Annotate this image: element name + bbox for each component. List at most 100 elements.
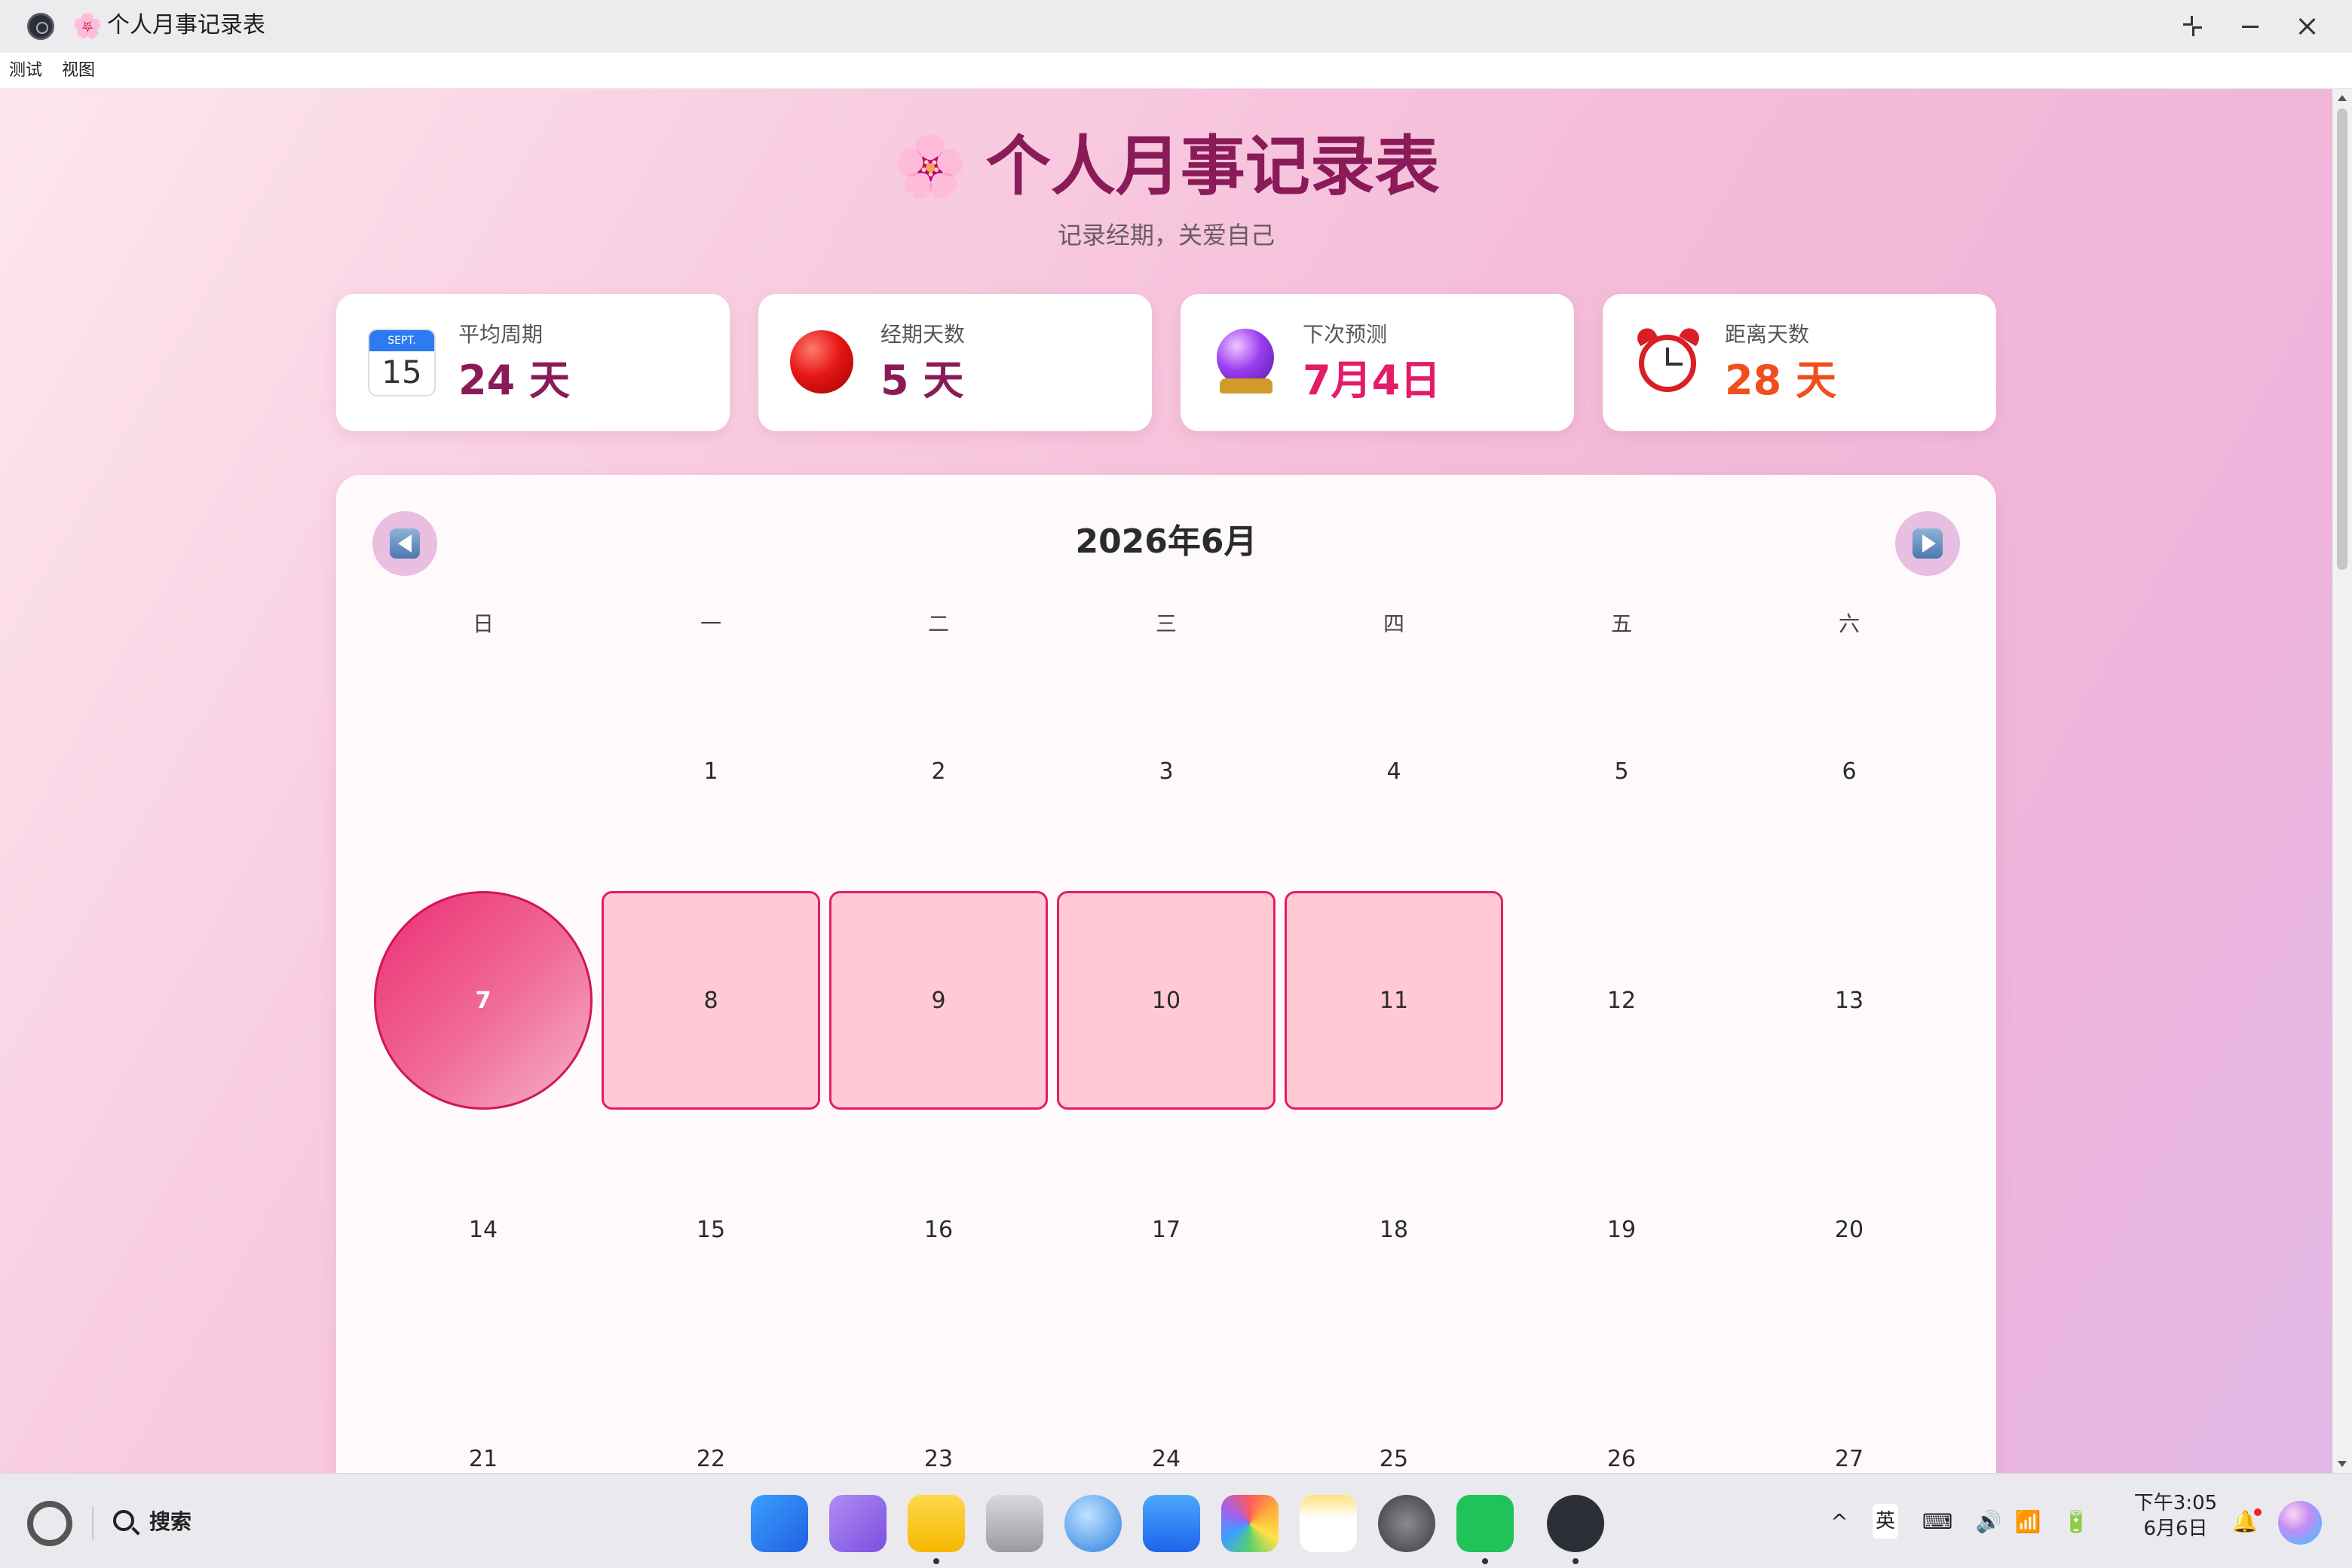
running-indicator [1573, 1558, 1579, 1564]
stat-label: 经期天数 [880, 322, 966, 347]
cherry-blossom-icon: 🌸 [72, 11, 103, 40]
app-icon [27, 13, 54, 40]
weekday-mon: 一 [700, 611, 721, 636]
stat-label: 平均周期 [458, 322, 544, 347]
calendar-day[interactable]: 4 [1285, 662, 1503, 880]
calendar-day[interactable]: 17 [1057, 1120, 1276, 1339]
cherry-blossom-icon: 🌸 [893, 131, 968, 201]
close-icon[interactable] [2292, 11, 2322, 41]
taskbar-divider [92, 1507, 93, 1540]
wechat-icon[interactable] [1456, 1495, 1514, 1552]
calendar-day[interactable]: 24 [1057, 1349, 1276, 1473]
calendar-month-title: 2026年6月 [1075, 522, 1257, 561]
scroll-down-icon[interactable] [2338, 1461, 2347, 1467]
wifi-icon[interactable]: 📶 [2013, 1507, 2043, 1537]
keyboard-icon[interactable]: ⌨ [1922, 1507, 1952, 1537]
restore-icon[interactable] [2177, 11, 2207, 41]
stat-card-period-days: 经期天数 5 天 [758, 294, 1152, 431]
folder-icon[interactable] [908, 1495, 965, 1552]
calendar-day[interactable]: 6 [1740, 662, 1958, 880]
taskbar-search-label[interactable]: 搜索 [149, 1507, 191, 1537]
scrollbar-thumb[interactable] [2337, 109, 2347, 570]
stat-label: 距离天数 [1725, 322, 1810, 347]
taskbar: 搜索 ^ 英 ⌨ 🔊 📶 🔋 下午3:05 6月6日 🔔 [0, 1473, 2352, 1568]
vertical-scrollbar[interactable] [2332, 89, 2352, 1473]
window-title: 个人月事记录表 [107, 12, 265, 38]
mail-icon[interactable] [1143, 1495, 1200, 1552]
calendar-day-period[interactable]: 11 [1285, 891, 1503, 1110]
stat-card-next-prediction: 下次预测 7月4日 [1181, 294, 1574, 431]
calendar-day[interactable]: 26 [1512, 1349, 1731, 1473]
multitask-icon[interactable] [829, 1495, 887, 1552]
window-titlebar: 🌸 个人月事记录表 [0, 0, 2352, 53]
input-method-indicator[interactable]: 英 [1873, 1504, 1898, 1539]
stat-card-average-cycle: SEPT. 15 平均周期 24 天 [336, 294, 730, 431]
volume-icon[interactable]: 🔊 [1974, 1507, 2004, 1537]
gallery-icon[interactable] [1221, 1495, 1279, 1552]
calendar-day-empty [374, 662, 593, 880]
battery-icon[interactable]: 🔋 [2061, 1507, 2091, 1537]
menu-item-view[interactable]: 视图 [62, 59, 95, 83]
settings-icon[interactable] [1378, 1495, 1435, 1552]
app-grid-icon[interactable] [751, 1495, 808, 1552]
electron-app-icon[interactable] [1547, 1495, 1604, 1552]
taskbar-clock[interactable]: 下午3:05 6月6日 [2130, 1490, 2221, 1542]
calendar-day-period[interactable]: 10 [1057, 891, 1276, 1110]
calendar-day[interactable]: 3 [1057, 662, 1276, 880]
weekday-thu: 四 [1383, 611, 1404, 636]
calendar-day-period-start[interactable]: 7 [374, 891, 593, 1110]
notes-icon[interactable] [1300, 1495, 1357, 1552]
chevron-up-icon[interactable]: ^ [1824, 1507, 1854, 1537]
weekday-fri: 五 [1610, 611, 1632, 636]
app-content: 🌸 个人月事记录表 记录经期，关爱自己 SEPT. 15 平均周期 24 天 经… [0, 89, 2332, 1473]
search-icon[interactable] [113, 1510, 134, 1531]
clock-time: 下午3:05 [2133, 1492, 2218, 1514]
next-month-button[interactable] [1895, 511, 1960, 576]
calendar-day[interactable]: 22 [602, 1349, 820, 1473]
calendar-day[interactable]: 20 [1740, 1120, 1958, 1339]
calendar-day[interactable]: 19 [1512, 1120, 1731, 1339]
calendar-icon: SEPT. 15 [368, 329, 436, 397]
calendar-day[interactable]: 23 [829, 1349, 1048, 1473]
calendar-day[interactable]: 13 [1740, 891, 1958, 1110]
stat-value: 5 天 [880, 357, 964, 404]
start-button-icon[interactable] [27, 1501, 72, 1546]
calendar-day[interactable]: 15 [602, 1120, 820, 1339]
stat-value: 28 天 [1725, 357, 1836, 404]
page-title: 🌸 个人月事记录表 [893, 125, 1440, 208]
weekday-sat: 六 [1838, 611, 1860, 636]
stat-label: 下次预测 [1303, 322, 1388, 347]
calendar-day[interactable]: 21 [374, 1349, 593, 1473]
running-indicator [1482, 1558, 1488, 1564]
trash-icon[interactable] [986, 1495, 1043, 1552]
calendar-day[interactable]: 12 [1512, 891, 1731, 1110]
scroll-up-icon[interactable] [2338, 95, 2347, 101]
minimize-icon[interactable] [2234, 11, 2265, 41]
calendar-day[interactable]: 5 [1512, 662, 1731, 880]
assistant-icon[interactable] [2278, 1501, 2322, 1545]
running-indicator [933, 1558, 939, 1564]
calendar-day-period[interactable]: 9 [829, 891, 1048, 1110]
menu-item-test[interactable]: 测试 [9, 59, 42, 83]
calendar-day[interactable]: 27 [1740, 1349, 1958, 1473]
calendar-day[interactable]: 14 [374, 1120, 593, 1339]
red-circle-icon [790, 330, 853, 394]
stat-value: 24 天 [458, 357, 570, 404]
stat-card-days-remaining: 距离天数 28 天 [1603, 294, 1996, 431]
alarm-clock-icon [1634, 324, 1703, 397]
calendar-icon-day: 15 [381, 354, 422, 390]
calendar-card: 2026年6月 日 一 二 三 四 五 六 1 2 3 4 5 6 7 8 9 … [336, 475, 1996, 1473]
calendar-day[interactable]: 25 [1285, 1349, 1503, 1473]
calendar-day[interactable]: 18 [1285, 1120, 1503, 1339]
calendar-day-period[interactable]: 8 [602, 891, 820, 1110]
calendar-icon-month: SEPT. [369, 330, 434, 351]
clock-date: 6月6日 [2143, 1517, 2208, 1540]
weekday-wed: 三 [1155, 611, 1177, 636]
stat-value: 7月4日 [1303, 357, 1441, 404]
browser-icon[interactable] [1064, 1495, 1122, 1552]
calendar-day[interactable]: 2 [829, 662, 1048, 880]
calendar-day[interactable]: 1 [602, 662, 820, 880]
weekday-tue: 二 [927, 611, 949, 636]
calendar-day[interactable]: 16 [829, 1120, 1048, 1339]
page-subtitle: 记录经期，关爱自己 [1057, 221, 1275, 250]
